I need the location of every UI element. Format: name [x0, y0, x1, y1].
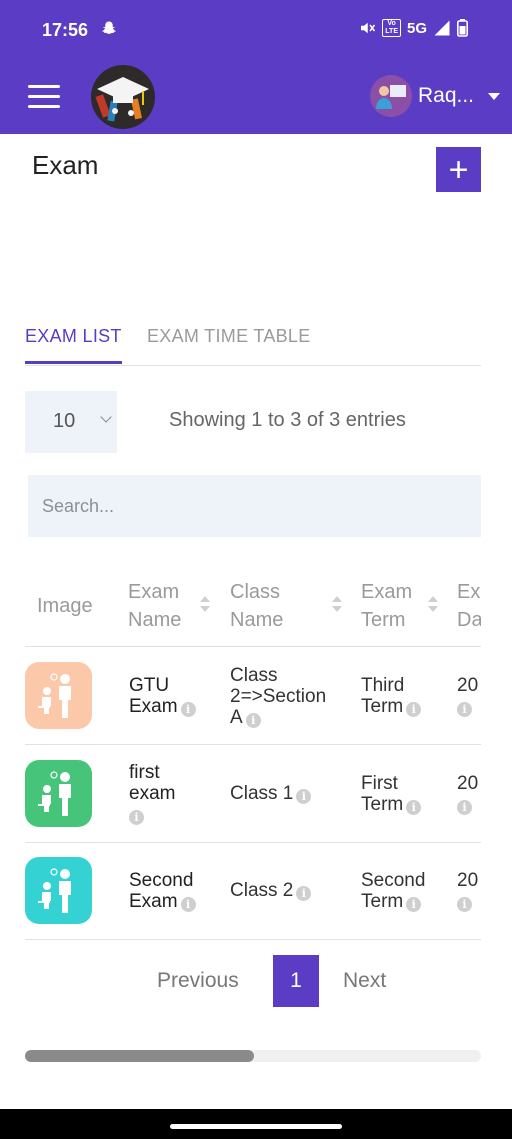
avatar [369, 75, 412, 117]
exam-table: Image ExamName ClassName ExamTerm ExaDa … [25, 560, 481, 940]
info-icon[interactable]: i [457, 897, 472, 912]
exam-date-cell: 20 i [457, 870, 479, 912]
user-menu[interactable]: Raq... [369, 75, 500, 117]
info-icon[interactable]: i [457, 800, 472, 815]
exam-name-cell: GTU Exam i [129, 675, 196, 717]
horizontal-scrollbar[interactable] [25, 1050, 481, 1062]
exam-thumbnail [25, 760, 92, 827]
exam-term-cell: First Term i [361, 773, 422, 815]
previous-page-button[interactable]: Previous [157, 969, 239, 993]
sort-icon[interactable] [200, 596, 210, 614]
chevron-down-icon [488, 92, 500, 100]
info-icon[interactable]: i [406, 897, 422, 912]
exam-term-cell: Second Term i [361, 870, 426, 912]
mute-icon [361, 22, 376, 34]
teacher-student-icon [38, 673, 71, 718]
class-name-cell: Class 1i [230, 783, 312, 804]
app-bar: Raq... [0, 60, 512, 134]
tab-exam-list[interactable]: EXAM LIST [25, 326, 122, 364]
class-name-cell: Class 2=>Section Ai [230, 665, 327, 728]
info-icon[interactable]: i [406, 800, 422, 815]
sort-icon[interactable] [428, 596, 438, 614]
system-nav-bar [0, 1109, 512, 1139]
info-icon[interactable]: i [245, 713, 261, 728]
network-label: 5G [406, 19, 427, 37]
volte-badge: Vo LTE [382, 19, 401, 37]
table-row: first exam i Class 1i First Term i 20 i [25, 745, 481, 842]
tab-bar: EXAM LIST EXAM TIME TABLE [25, 316, 481, 366]
teacher-student-icon [38, 868, 71, 913]
column-header-class-name[interactable]: Class Name [230, 578, 283, 634]
tab-exam-time-table[interactable]: EXAM TIME TABLE [147, 326, 311, 347]
user-name: Raq... [417, 84, 474, 107]
teacher-avatar-icon [375, 85, 406, 109]
class-name-cell: Class 2i [230, 880, 312, 901]
exam-thumbnail [25, 857, 92, 924]
exam-name-cell: first exam i [129, 762, 176, 825]
snapchat-icon [102, 21, 116, 34]
status-bar: 17:56 Vo LTE 5G [0, 0, 512, 60]
pagination: Previous 1 Next [0, 955, 512, 1007]
table-row: GTU Exam i Class 2=>Section Ai Third Term i 20… [25, 647, 481, 744]
scrollbar-thumb[interactable] [25, 1050, 254, 1062]
add-exam-button[interactable]: + [436, 147, 481, 192]
graduation-cap-icon [95, 77, 149, 122]
info-icon[interactable]: i [129, 810, 144, 825]
info-icon[interactable]: i [296, 886, 312, 901]
battery-icon [457, 19, 468, 37]
home-gesture-handle[interactable] [170, 1124, 342, 1129]
chevron-down-icon [100, 411, 112, 423]
info-icon[interactable]: i [180, 702, 196, 717]
exam-thumbnail [25, 662, 92, 729]
menu-icon[interactable] [28, 85, 60, 109]
page-1-button[interactable]: 1 [273, 955, 319, 1007]
column-header-exam-name[interactable]: Exam Name [128, 578, 181, 634]
exam-name-cell: Second Exam i [129, 870, 196, 912]
table-row: Second Exam i Class 2i Second Term i 20 i [25, 843, 481, 940]
status-time: 17:56 [42, 20, 89, 40]
next-page-button[interactable]: Next [343, 969, 386, 993]
info-icon[interactable]: i [296, 789, 312, 804]
search-input[interactable] [28, 475, 481, 537]
column-header-image: Image [37, 595, 93, 617]
status-icons: Vo LTE 5G [358, 19, 468, 37]
entries-info: Showing 1 to 3 of 3 entries [169, 409, 406, 431]
info-icon[interactable]: i [406, 702, 422, 717]
column-header-exam-date[interactable]: ExaDa [457, 578, 481, 634]
divider [25, 939, 481, 940]
page-length-select[interactable]: 10 [25, 391, 117, 453]
exam-term-cell: Third Term i [361, 675, 422, 717]
info-icon[interactable]: i [180, 897, 196, 912]
exam-date-cell: 20 i [457, 773, 479, 815]
column-header-exam-term[interactable]: Exam Term [361, 578, 412, 634]
app-logo [91, 65, 155, 129]
page-length-value: 10 [53, 410, 76, 432]
page-title: Exam [32, 150, 99, 180]
signal-icon [434, 20, 450, 36]
plus-icon: + [448, 150, 469, 189]
info-icon[interactable]: i [457, 702, 472, 717]
teacher-student-icon [38, 771, 71, 816]
exam-date-cell: 20 i [457, 675, 479, 717]
sort-icon[interactable] [332, 596, 342, 614]
